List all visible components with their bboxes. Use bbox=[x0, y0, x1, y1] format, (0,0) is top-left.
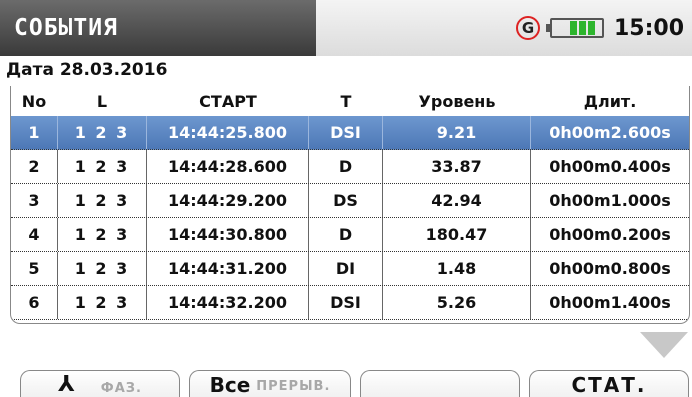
date-label: Дата 28.03.2016 bbox=[6, 60, 168, 80]
column-header-type: T bbox=[340, 91, 352, 111]
column-header-no: No bbox=[21, 91, 47, 111]
cell-level: 42.94 bbox=[383, 184, 531, 217]
column-header-l: L bbox=[96, 91, 108, 111]
cell-start: 14:44:28.600 bbox=[147, 150, 309, 183]
cell-start: 14:44:29.200 bbox=[147, 184, 309, 217]
scroll-down-icon[interactable] bbox=[640, 332, 688, 358]
title-bar: СОБЫТИЯ G 15:00 bbox=[0, 0, 692, 56]
phase-button[interactable]: ⅄ ФАЗ. bbox=[20, 370, 180, 397]
cell-no: 4 bbox=[28, 225, 40, 244]
events-table[interactable]: No L СТАРТ T Уровень Длит. 1 1 2 3 14:44… bbox=[10, 86, 690, 324]
cell-phases: 1 2 3 bbox=[57, 184, 147, 217]
table-row[interactable]: 6 1 2 3 14:44:32.200 DSI 5.26 0h00m1.400… bbox=[11, 286, 689, 320]
cell-no: 2 bbox=[28, 157, 40, 176]
interruptions-label: ПРЕРЫВ. bbox=[256, 379, 331, 394]
softkey-bar: ⅄ ФАЗ. Все ПРЕРЫВ. СТАТ. bbox=[0, 370, 692, 397]
empty-softkey[interactable] bbox=[360, 370, 520, 397]
cell-level: 1.48 bbox=[383, 252, 531, 285]
cell-type: DI bbox=[309, 252, 383, 285]
statistics-button[interactable]: СТАТ. bbox=[529, 370, 689, 397]
gps-icon: G bbox=[515, 16, 540, 40]
phase-icon: ⅄ bbox=[58, 372, 75, 397]
cell-level: 5.26 bbox=[383, 286, 531, 319]
cell-phases: 1 2 3 bbox=[57, 116, 147, 149]
title-area: СОБЫТИЯ bbox=[0, 0, 316, 56]
cell-type: DSI bbox=[309, 116, 383, 149]
table-row[interactable]: 4 1 2 3 14:44:30.800 D 180.47 0h00m0.200… bbox=[11, 218, 689, 252]
phase-label: ФАЗ. bbox=[100, 381, 142, 396]
cell-start: 14:44:31.200 bbox=[147, 252, 309, 285]
all-label: Все bbox=[209, 373, 251, 397]
cell-duration: 0h00m0.200s bbox=[549, 225, 671, 244]
cell-no: 1 bbox=[28, 123, 40, 142]
column-header-level: Уровень bbox=[418, 91, 496, 111]
table-row[interactable]: 3 1 2 3 14:44:29.200 DS 42.94 0h00m1.000… bbox=[11, 184, 689, 218]
status-area: G 15:00 bbox=[316, 0, 692, 56]
cell-duration: 0h00m2.600s bbox=[549, 123, 671, 142]
cell-level: 180.47 bbox=[383, 218, 531, 251]
cell-type: D bbox=[309, 218, 383, 251]
cell-start: 14:44:30.800 bbox=[147, 218, 309, 251]
cell-level: 33.87 bbox=[383, 150, 531, 183]
table-row[interactable]: 5 1 2 3 14:44:31.200 DI 1.48 0h00m0.800s bbox=[11, 252, 689, 286]
cell-duration: 0h00m0.800s bbox=[549, 259, 671, 278]
cell-duration: 0h00m1.400s bbox=[549, 293, 671, 312]
cell-phases: 1 2 3 bbox=[57, 218, 147, 251]
cell-phases: 1 2 3 bbox=[57, 286, 147, 319]
cell-phases: 1 2 3 bbox=[57, 252, 147, 285]
column-header-duration: Длит. bbox=[583, 91, 637, 111]
cell-start: 14:44:25.800 bbox=[147, 116, 309, 149]
cell-duration: 0h00m0.400s bbox=[549, 157, 671, 176]
cell-type: DSI bbox=[309, 286, 383, 319]
cell-level: 9.21 bbox=[383, 116, 531, 149]
clock-time: 15:00 bbox=[613, 15, 684, 41]
table-header: No L СТАРТ T Уровень Длит. bbox=[11, 86, 689, 116]
table-row[interactable]: 2 1 2 3 14:44:28.600 D 33.87 0h00m0.400s bbox=[11, 150, 689, 184]
cell-no: 5 bbox=[28, 259, 40, 278]
cell-no: 3 bbox=[28, 191, 40, 210]
cell-type: DS bbox=[309, 184, 383, 217]
all-interruptions-button[interactable]: Все ПРЕРЫВ. bbox=[189, 370, 351, 397]
cell-start: 14:44:32.200 bbox=[147, 286, 309, 319]
battery-icon bbox=[545, 18, 604, 38]
statistics-label: СТАТ. bbox=[571, 373, 647, 397]
cell-duration: 0h00m1.000s bbox=[549, 191, 671, 210]
cell-type: D bbox=[309, 150, 383, 183]
screen-title: СОБЫТИЯ bbox=[14, 15, 118, 41]
cell-phases: 1 2 3 bbox=[57, 150, 147, 183]
table-row[interactable]: 1 1 2 3 14:44:25.800 DSI 9.21 0h00m2.600… bbox=[11, 116, 689, 150]
column-header-start: СТАРТ bbox=[199, 91, 257, 111]
cell-no: 6 bbox=[28, 293, 40, 312]
